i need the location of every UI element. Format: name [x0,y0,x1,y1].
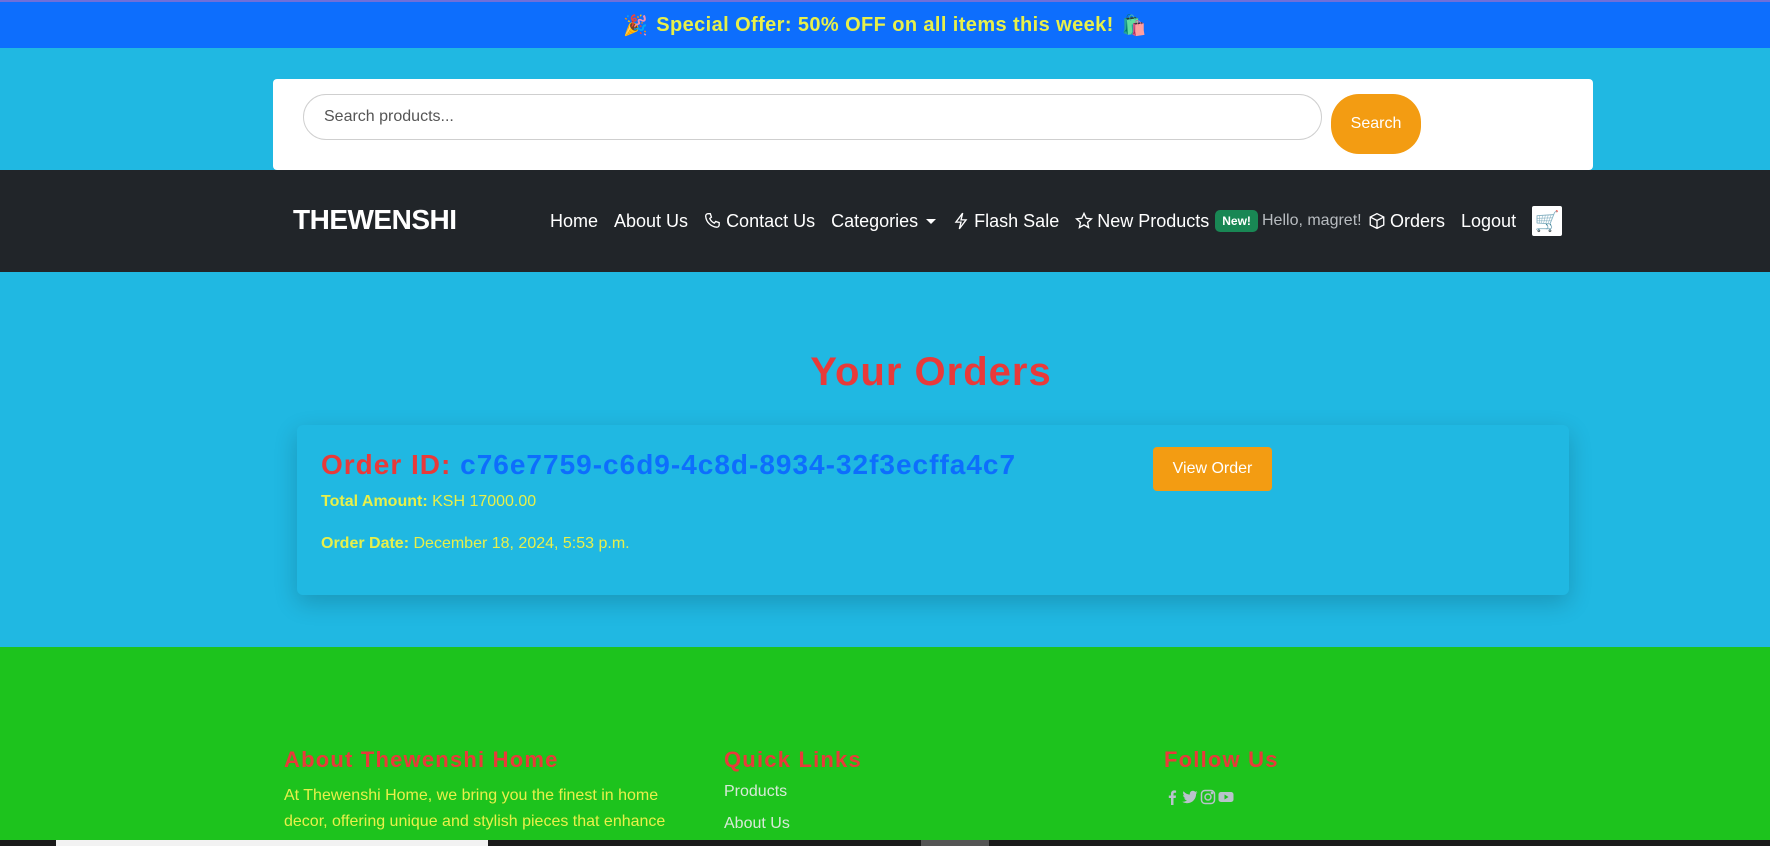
footer-follow: Follow Us [1164,747,1279,805]
nav-about[interactable]: About Us [614,211,688,232]
order-date-label: Order Date: [321,535,410,552]
nav-categories-dropdown[interactable]: Categories [831,210,937,232]
order-id: Order ID: c76e7759-c6d9-4c8d-8934-32f3ec… [321,449,1016,481]
shopping-bags-icon: 🛍️ [1121,14,1148,37]
user-greeting: Hello, magret! [1262,212,1362,229]
star-icon [1075,212,1094,229]
nav-right: Orders Logout 🛒 [1368,170,1563,272]
nav-categories-label: Categories [831,210,919,231]
footer-about-text: At Thewenshi Home, we bring you the fine… [284,787,666,830]
footer-link-products[interactable]: Products [724,783,862,801]
view-order-button[interactable]: View Order [1153,447,1272,491]
order-id-label: Order ID: [321,449,452,480]
nav-contact-label: Contact Us [726,210,816,231]
footer-follow-title: Follow Us [1164,747,1279,772]
taskbar-segment [56,840,488,846]
nav-links: Home About Us Contact Us Categories Flas… [550,170,1274,272]
instagram-icon[interactable] [1200,789,1216,805]
twitter-icon[interactable] [1182,789,1198,805]
brand-logo[interactable]: THEWENSHI [293,204,457,236]
nav-new-products[interactable]: New Products New! [1075,210,1258,232]
order-total: Total Amount: KSH 17000.00 [321,493,536,511]
lightning-icon [954,212,968,230]
footer-about-title: About Thewenshi Home [284,747,559,772]
footer-link-about[interactable]: About Us [724,815,862,833]
facebook-icon[interactable] [1164,789,1180,805]
caret-down-icon [926,218,937,224]
taskbar-segment [921,840,989,846]
navbar: THEWENSHI Home About Us Contact Us Categ… [0,170,1770,272]
search-button[interactable]: Search [1331,94,1421,154]
phone-icon [705,213,720,228]
footer-quick-links-title: Quick Links [724,747,862,772]
promo-banner: 🎉 Special Offer: 50% OFF on all items th… [0,0,1770,48]
footer-quick-links: Quick Links Products About Us [724,747,862,846]
order-total-value: KSH 17000.00 [432,493,537,510]
nav-flash-label: Flash Sale [974,210,1060,231]
footer: About Thewenshi Home At Thewenshi Home, … [0,647,1770,840]
youtube-icon[interactable] [1218,789,1234,805]
nav-home[interactable]: Home [550,211,598,232]
new-badge: New! [1215,210,1258,232]
nav-flash-sale[interactable]: Flash Sale [952,211,1059,232]
page-title: Your Orders [810,350,1052,394]
taskbar-strip [0,840,1770,846]
nav-contact[interactable]: Contact Us [704,211,815,232]
nav-orders[interactable]: Orders [1368,211,1445,232]
promo-text: Special Offer: 50% OFF on all items this… [656,13,1114,36]
search-section: Search [0,48,1770,170]
party-popper-icon: 🎉 [622,14,649,37]
order-card: Order ID: c76e7759-c6d9-4c8d-8934-32f3ec… [297,425,1569,595]
order-id-value: c76e7759-c6d9-4c8d-8934-32f3ecffa4c7 [460,449,1017,480]
search-card: Search [273,79,1593,170]
nav-orders-label: Orders [1390,210,1446,231]
order-total-label: Total Amount: [321,493,428,510]
nav-new-products-label: New Products [1097,210,1210,231]
box-icon [1369,212,1385,230]
nav-logout[interactable]: Logout [1461,211,1516,232]
search-input[interactable] [303,94,1322,140]
order-date: Order Date: December 18, 2024, 5:53 p.m. [321,535,630,553]
order-date-value: December 18, 2024, 5:53 p.m. [413,535,630,552]
social-icons [1164,789,1279,805]
cart-icon[interactable]: 🛒 [1532,206,1563,236]
footer-about: About Thewenshi Home At Thewenshi Home, … [284,747,674,835]
